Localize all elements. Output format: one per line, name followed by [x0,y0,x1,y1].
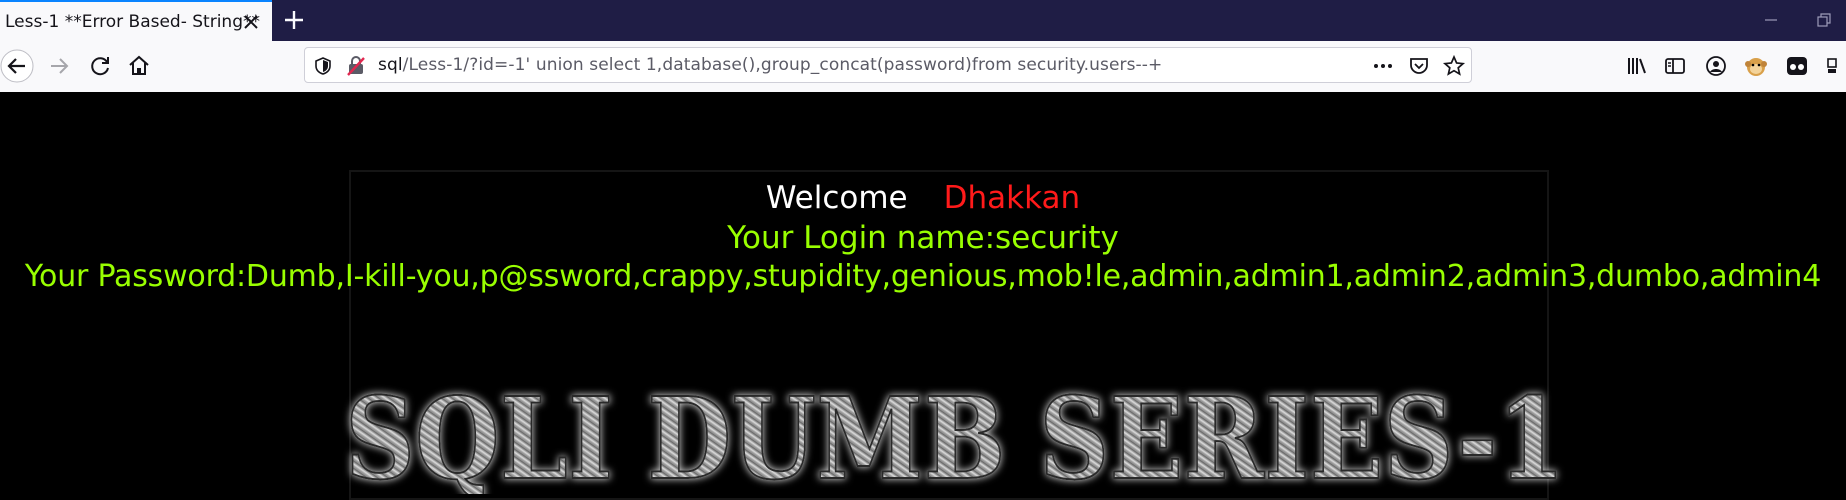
overflow-menu-icon[interactable] [1826,49,1846,83]
minimize-icon[interactable] [1763,12,1779,28]
welcome-text: Welcome [765,180,908,216]
extension-icon[interactable] [1780,49,1814,83]
insecure-lock-icon[interactable] [345,55,367,77]
forward-icon[interactable] [42,49,76,83]
tab-title: Less-1 **Error Based- String** [5,12,260,32]
sqli-dumb-series-logo: SQLI DUMB SERIES-1 [335,370,1575,494]
welcome-line: Welcome Dhakkan [0,180,1846,216]
logo-text: SQLI DUMB SERIES-1 [345,374,1565,494]
page-actions-icon[interactable] [1372,56,1394,76]
back-icon[interactable] [0,49,34,83]
address-bar[interactable]: sql/Less-1/?id=-1' union select 1,databa… [304,47,1472,83]
navigation-toolbar: sql/Less-1/?id=-1' union select 1,databa… [0,41,1846,93]
pocket-icon[interactable] [1408,55,1430,77]
tracking-shield-icon[interactable] [313,56,333,76]
home-icon[interactable] [122,49,156,83]
url-host: sql [378,55,403,75]
url-text[interactable]: sql/Less-1/?id=-1' union select 1,databa… [378,55,1162,75]
username-text: Dhakkan [943,180,1081,216]
url-path: /Less-1/?id=-1' union select 1,database(… [402,55,1163,75]
reload-icon[interactable] [83,49,117,83]
restore-icon[interactable] [1816,12,1832,28]
password-line: Your Password:Dumb,I-kill-you,p@ssword,c… [24,259,1822,294]
sidebar-icon[interactable] [1658,49,1692,83]
active-tab[interactable]: Less-1 **Error Based- String** [0,0,272,41]
tab-strip: Less-1 **Error Based- String** [0,0,1846,41]
new-tab-icon[interactable] [280,6,308,34]
login-name-line: Your Login name:security [727,220,1119,256]
close-icon[interactable] [238,9,264,35]
library-icon[interactable] [1620,49,1654,83]
account-icon[interactable] [1699,49,1733,83]
extension-monkey-icon[interactable] [1739,49,1773,83]
bookmark-star-icon[interactable] [1442,54,1466,78]
page-content: Welcome Dhakkan Your Login name:security … [0,92,1846,500]
